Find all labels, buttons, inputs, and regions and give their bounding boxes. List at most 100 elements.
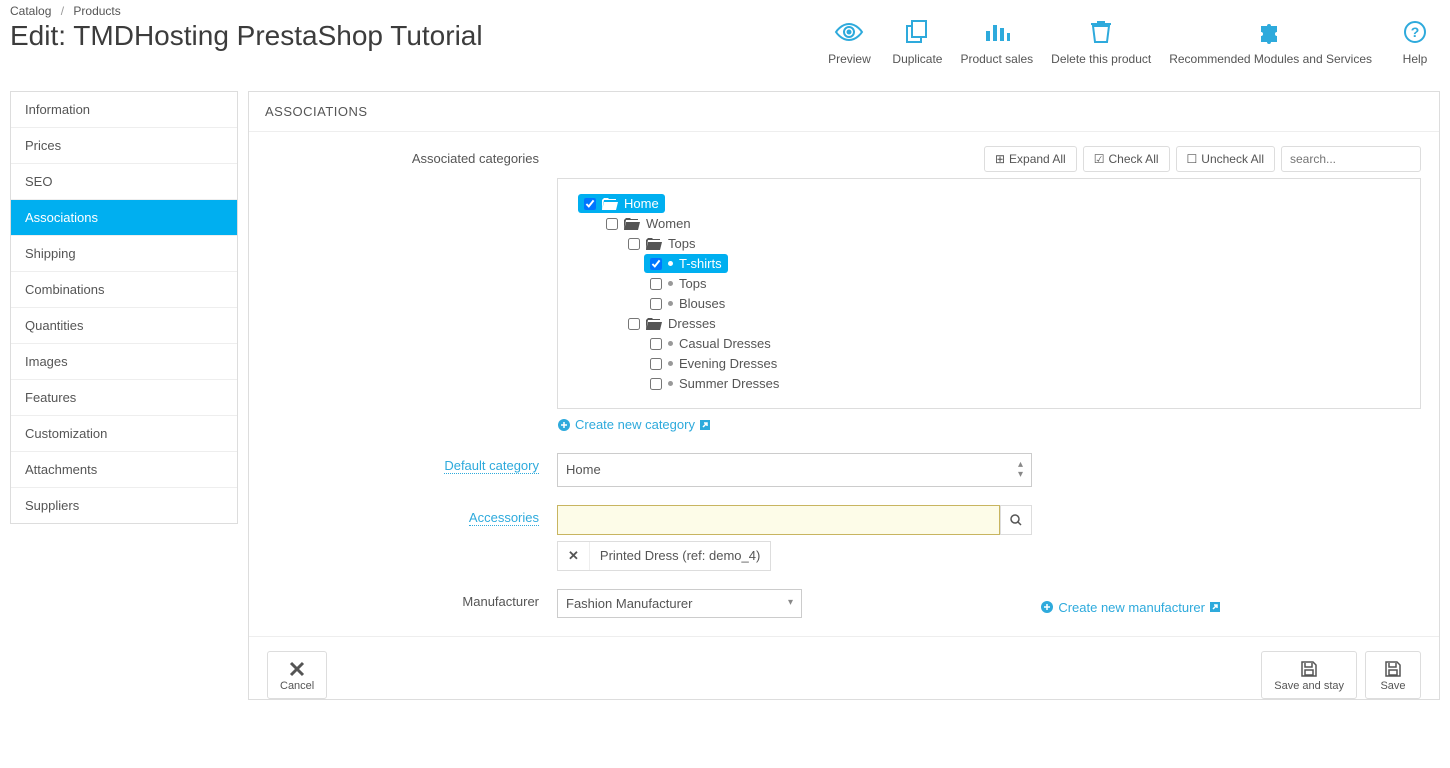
- tree-node-tshirts[interactable]: T-shirts: [644, 254, 728, 273]
- check-all-button[interactable]: ☑ Check All: [1083, 146, 1170, 172]
- accessory-remove-button[interactable]: ✕: [558, 542, 590, 570]
- expand-icon: ⊞: [995, 152, 1005, 166]
- tree-checkbox-tops-folder[interactable]: [628, 238, 640, 250]
- sidebar-item-seo[interactable]: SEO: [11, 164, 237, 200]
- trash-icon: [1090, 18, 1112, 46]
- main-panel: ASSOCIATIONS Associated categories ⊞ Exp…: [248, 91, 1440, 700]
- breadcrumb-products[interactable]: Products: [73, 4, 120, 18]
- check-all-label: Check All: [1109, 152, 1159, 166]
- tree-node-evening[interactable]: Evening Dresses: [644, 354, 783, 373]
- help-icon: ?: [1403, 18, 1427, 46]
- sidebar-item-attachments[interactable]: Attachments: [11, 452, 237, 488]
- leaf-dot-icon: [668, 361, 673, 366]
- tree-node-casual[interactable]: Casual Dresses: [644, 334, 777, 353]
- product-sales-button[interactable]: Product sales: [960, 18, 1033, 66]
- sidebar-item-associations[interactable]: Associations: [11, 200, 237, 236]
- chevron-down-icon: ▾: [788, 598, 793, 608]
- tree-label-casual: Casual Dresses: [679, 336, 771, 351]
- tree-label-tops-folder: Tops: [668, 236, 695, 251]
- save-and-stay-button[interactable]: Save and stay: [1261, 651, 1357, 699]
- save-label: Save: [1380, 680, 1405, 692]
- create-manufacturer-link[interactable]: Create new manufacturer: [1040, 600, 1221, 615]
- leaf-dot-icon: [668, 301, 673, 306]
- sidebar-item-customization[interactable]: Customization: [11, 416, 237, 452]
- copy-icon: [904, 18, 930, 46]
- sidebar-item-shipping[interactable]: Shipping: [11, 236, 237, 272]
- label-manufacturer: Manufacturer: [267, 589, 557, 609]
- modules-label: Recommended Modules and Services: [1169, 52, 1372, 66]
- tree-checkbox-home[interactable]: [584, 198, 596, 210]
- create-category-label: Create new category: [575, 417, 695, 432]
- save-button[interactable]: Save: [1365, 651, 1421, 699]
- tree-checkbox-blouses[interactable]: [650, 298, 662, 310]
- preview-button[interactable]: Preview: [824, 18, 874, 66]
- create-category-link[interactable]: Create new category: [557, 417, 711, 432]
- leaf-dot-icon: [668, 261, 673, 266]
- cancel-button[interactable]: Cancel: [267, 651, 327, 699]
- tree-label-home: Home: [624, 196, 659, 211]
- tree-search-input[interactable]: [1281, 146, 1421, 172]
- leaf-dot-icon: [668, 281, 673, 286]
- uncheck-icon: ☐: [1187, 152, 1198, 166]
- uncheck-all-button[interactable]: ☐ Uncheck All: [1176, 146, 1275, 172]
- plus-circle-icon: [557, 418, 571, 432]
- tree-label-blouses: Blouses: [679, 296, 725, 311]
- toolbar: Preview Duplicate Product sales Delete t…: [824, 18, 1440, 66]
- tree-label-evening: Evening Dresses: [679, 356, 777, 371]
- tree-checkbox-dresses[interactable]: [628, 318, 640, 330]
- plus-circle-icon: [1040, 600, 1054, 614]
- help-button[interactable]: ? Help: [1390, 18, 1440, 66]
- help-label: Help: [1403, 52, 1428, 66]
- accessories-search-button[interactable]: [1000, 505, 1032, 535]
- tree-node-tops-leaf[interactable]: Tops: [644, 274, 712, 293]
- tree-label-dresses: Dresses: [668, 316, 716, 331]
- footer-bar: Cancel Save and stay Save: [249, 636, 1439, 699]
- accessory-tag: ✕ Printed Dress (ref: demo_4): [557, 541, 771, 571]
- tree-checkbox-summer[interactable]: [650, 378, 662, 390]
- sidebar-item-combinations[interactable]: Combinations: [11, 272, 237, 308]
- product-sales-label: Product sales: [960, 52, 1033, 66]
- cancel-label: Cancel: [280, 680, 314, 692]
- duplicate-button[interactable]: Duplicate: [892, 18, 942, 66]
- sidebar-item-prices[interactable]: Prices: [11, 128, 237, 164]
- sidebar-item-suppliers[interactable]: Suppliers: [11, 488, 237, 523]
- breadcrumb-catalog[interactable]: Catalog: [10, 4, 51, 18]
- tree-node-women[interactable]: Women: [600, 214, 697, 233]
- tree-checkbox-tshirts[interactable]: [650, 258, 662, 270]
- external-link-icon: [699, 419, 711, 431]
- label-associated-categories: Associated categories: [267, 146, 557, 166]
- tree-checkbox-women[interactable]: [606, 218, 618, 230]
- delete-button[interactable]: Delete this product: [1051, 18, 1151, 66]
- chevron-updown-icon: ▴▾: [1018, 460, 1023, 480]
- manufacturer-select[interactable]: Fashion Manufacturer ▾: [557, 589, 802, 618]
- save-icon: [1300, 658, 1318, 680]
- tree-label-tops-leaf: Tops: [679, 276, 706, 291]
- tree-node-summer[interactable]: Summer Dresses: [644, 374, 785, 393]
- default-category-select[interactable]: Home ▴▾: [557, 453, 1032, 487]
- leaf-dot-icon: [668, 341, 673, 346]
- tree-checkbox-casual[interactable]: [650, 338, 662, 350]
- sidebar-item-information[interactable]: Information: [11, 92, 237, 128]
- search-icon: [1009, 513, 1023, 527]
- create-manufacturer-label: Create new manufacturer: [1058, 600, 1205, 615]
- tree-node-blouses[interactable]: Blouses: [644, 294, 731, 313]
- check-icon: ☑: [1094, 152, 1105, 166]
- sidebar-item-images[interactable]: Images: [11, 344, 237, 380]
- delete-label: Delete this product: [1051, 52, 1151, 66]
- expand-all-label: Expand All: [1009, 152, 1066, 166]
- tree-node-dresses[interactable]: Dresses: [622, 314, 722, 333]
- tree-node-tops-folder[interactable]: Tops: [622, 234, 701, 253]
- tree-node-home[interactable]: Home: [578, 194, 665, 213]
- breadcrumb: Catalog / Products: [0, 0, 1450, 18]
- tree-checkbox-tops-leaf[interactable]: [650, 278, 662, 290]
- accessories-input[interactable]: [557, 505, 1000, 535]
- save-icon: [1384, 658, 1402, 680]
- expand-all-button[interactable]: ⊞ Expand All: [984, 146, 1077, 172]
- label-default-category: Default category: [444, 458, 539, 474]
- modules-button[interactable]: Recommended Modules and Services: [1169, 18, 1372, 66]
- external-link-icon: [1209, 601, 1221, 613]
- tree-checkbox-evening[interactable]: [650, 358, 662, 370]
- close-icon: [288, 658, 306, 680]
- sidebar-item-features[interactable]: Features: [11, 380, 237, 416]
- sidebar-item-quantities[interactable]: Quantities: [11, 308, 237, 344]
